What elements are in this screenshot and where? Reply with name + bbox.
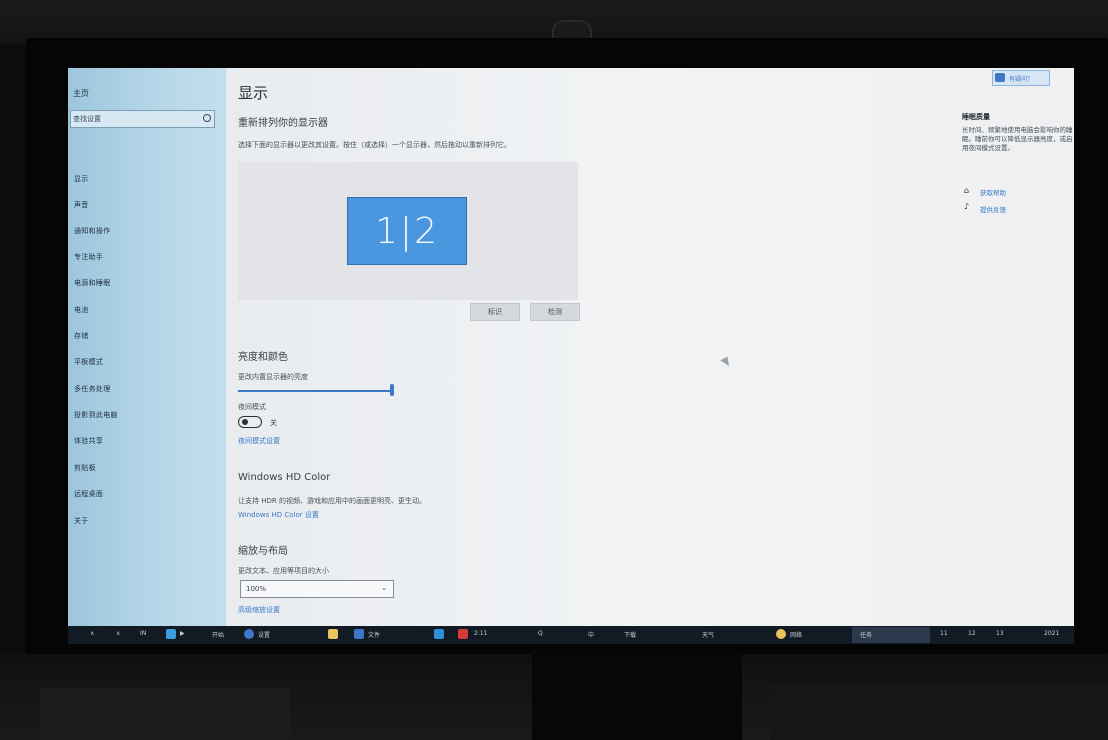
sidebar-item-display[interactable]: 显示	[74, 174, 89, 184]
brightness-slider-fill	[238, 390, 391, 392]
feedback-icon: ♪	[964, 202, 970, 211]
tray-item[interactable]: 12	[968, 630, 976, 637]
night-light-label: 夜间模式	[238, 403, 266, 411]
taskbar-item[interactable]: 设置	[258, 630, 270, 639]
taskbar-item[interactable]: 2:11	[474, 630, 487, 637]
section-brightness-heading: 亮度和颜色	[238, 352, 288, 363]
section-display-desc: 选择下面的显示器以更改其设置。按住（或选择）一个显示器，然后拖动以重新排列它。	[238, 141, 511, 149]
taskbar-item[interactable]: 任务	[860, 630, 872, 639]
taskbar: ∧ ∧ IN ▶ 开始 设置 文件 2:11 Q 中 下载 天气 网络 任务 1…	[68, 626, 1074, 644]
folder-icon[interactable]	[328, 629, 338, 639]
night-light-toggle[interactable]	[238, 416, 262, 428]
monitor-stand	[532, 650, 742, 740]
page-title: 显示	[238, 84, 269, 102]
taskbar-item[interactable]: 天气	[702, 630, 714, 639]
help-button[interactable]: 有疑问？	[992, 70, 1050, 86]
display-arrangement-preview: 1|2	[238, 162, 578, 300]
sidebar-item-clipboard[interactable]: 剪贴板	[74, 463, 96, 473]
settings-app-icon[interactable]	[244, 629, 254, 639]
sidebar-item-storage[interactable]: 存储	[74, 331, 89, 341]
identify-button[interactable]: 标识	[470, 303, 520, 321]
sidebar-item-shared[interactable]: 体验共享	[74, 436, 103, 446]
taskbar-clock[interactable]: 2021	[1044, 630, 1059, 637]
settings-sidebar: 主页 查找设置 显示 声音 通知和操作 专注助手 电源和睡眠 电池 存储 平板模…	[68, 68, 226, 626]
browser-icon[interactable]	[166, 629, 176, 639]
sidebar-item-power[interactable]: 电源和睡眠	[74, 278, 111, 288]
sidebar-item-about[interactable]: 关于	[74, 516, 89, 526]
sidebar-item-battery[interactable]: 电池	[74, 305, 89, 315]
monitor-tile[interactable]: 1|2	[347, 197, 467, 265]
right-panel-text: 长时间、频繁地使用电脑会影响你的睡眠。睡前你可以降低显示器亮度，或启用夜间模式设…	[962, 126, 1073, 152]
night-light-settings-link[interactable]: 夜间模式设置	[238, 436, 280, 446]
sidebar-search-input[interactable]: 查找设置	[70, 110, 215, 128]
screen: 主页 查找设置 显示 声音 通知和操作 专注助手 电源和睡眠 电池 存储 平板模…	[68, 68, 1074, 644]
advanced-scaling-link[interactable]: 高级缩放设置	[238, 605, 280, 615]
scale-value: 100%	[246, 585, 267, 593]
sidebar-item-focus[interactable]: 专注助手	[74, 252, 103, 262]
taskbar-item[interactable]: ∧	[90, 630, 94, 637]
taskbar-item[interactable]: IN	[140, 630, 146, 637]
red-app-icon[interactable]	[458, 629, 468, 639]
tray-item[interactable]: 11	[940, 630, 948, 637]
get-help-link[interactable]: 获取帮助	[980, 187, 1006, 197]
brightness-slider-thumb[interactable]	[390, 384, 394, 396]
sidebar-item-sound[interactable]: 声音	[74, 200, 89, 210]
taskbar-item[interactable]: Q	[538, 630, 543, 637]
section-hdr-heading: Windows HD Color	[238, 472, 331, 483]
taskbar-item[interactable]: ∧	[116, 630, 120, 637]
sidebar-item-projecting[interactable]: 投影到此电脑	[74, 410, 118, 420]
taskbar-item[interactable]: 开始	[212, 630, 224, 639]
tray-item[interactable]: 13	[996, 630, 1004, 637]
hdr-desc: 让支持 HDR 的视频、游戏和应用中的画面更明亮、更生动。	[238, 497, 426, 505]
taskbar-item[interactable]: 网络	[790, 630, 802, 639]
give-feedback-link[interactable]: 提供反馈	[980, 204, 1006, 214]
sidebar-item-notifications[interactable]: 通知和操作	[74, 226, 111, 236]
scale-dropdown[interactable]: 100% ⌄	[240, 580, 394, 598]
mouse-cursor-icon	[720, 356, 732, 369]
chevron-down-icon: ⌄	[381, 584, 387, 592]
search-icon	[203, 114, 211, 122]
night-light-state: 关	[270, 419, 277, 427]
desk-object	[770, 684, 1108, 740]
sidebar-item-remote[interactable]: 远程桌面	[74, 489, 103, 499]
help-icon: ⌂	[964, 186, 970, 195]
sidebar-item-tablet[interactable]: 平板模式	[74, 357, 103, 367]
brightness-label: 更改内置显示器的亮度	[238, 373, 308, 381]
taskbar-item[interactable]: 下载	[624, 630, 636, 639]
search-placeholder: 查找设置	[73, 115, 101, 123]
detect-button[interactable]: 检测	[530, 303, 580, 321]
section-display-heading: 重新排列你的显示器	[238, 118, 328, 129]
desk-object	[40, 688, 290, 740]
scale-label: 更改文本、应用等项目的大小	[238, 567, 329, 575]
chat-icon	[995, 73, 1005, 82]
settings-content: 显示 重新排列你的显示器 选择下面的显示器以更改其设置。按住（或选择）一个显示器…	[226, 68, 1074, 626]
hdr-settings-link[interactable]: Windows HD Color 设置	[238, 510, 319, 520]
sidebar-home[interactable]: 主页	[73, 88, 89, 99]
weather-icon[interactable]	[776, 629, 786, 639]
help-button-label: 有疑问？	[1009, 76, 1034, 83]
section-scale-heading: 缩放与布局	[238, 546, 288, 557]
sidebar-item-multitasking[interactable]: 多任务处理	[74, 384, 111, 394]
taskbar-item[interactable]: ▶	[180, 630, 185, 637]
taskbar-item[interactable]: 文件	[368, 630, 380, 639]
brightness-slider-track[interactable]	[238, 390, 392, 392]
bird-icon[interactable]	[434, 629, 444, 639]
app-icon[interactable]	[354, 629, 364, 639]
taskbar-item[interactable]: 中	[588, 630, 594, 639]
right-panel-heading: 睡眠质量	[962, 113, 990, 121]
